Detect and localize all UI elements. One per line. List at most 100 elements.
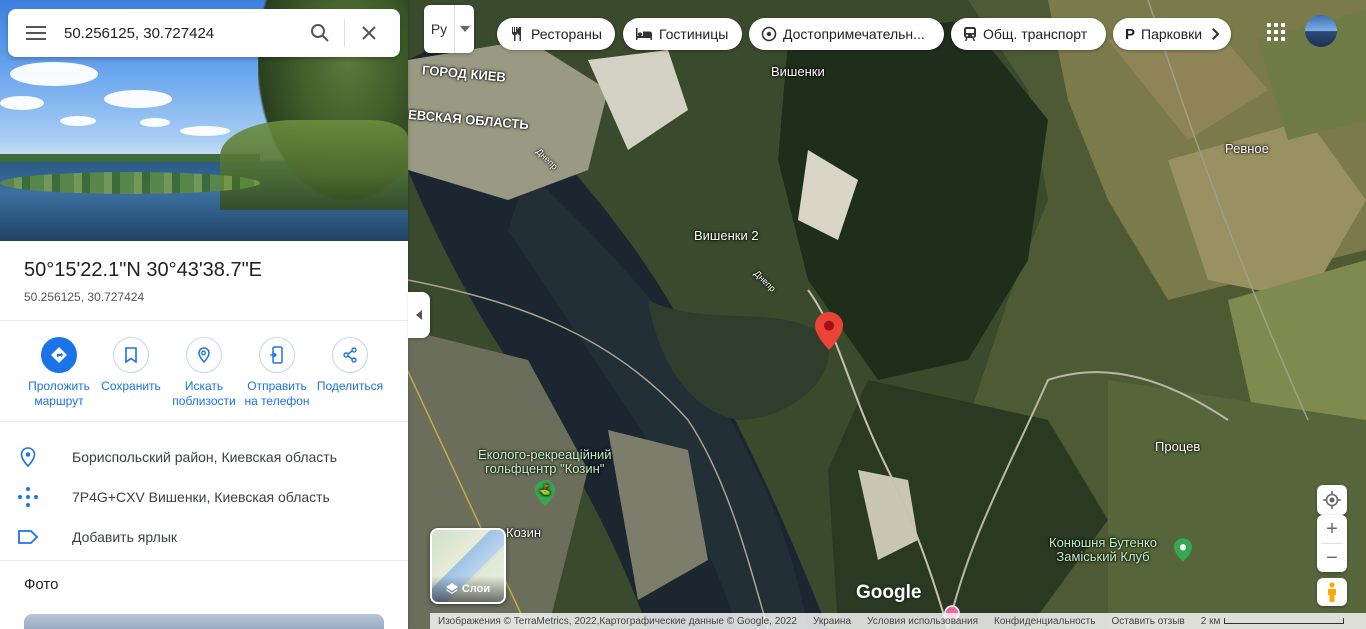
search-nearby-label-1: Искать: [184, 379, 224, 393]
map-label-revnoe: Ревное: [1225, 141, 1269, 156]
stable-marker-icon[interactable]: [1174, 538, 1192, 562]
share-button[interactable]: Поделиться: [313, 337, 387, 394]
map-label-vishenki: Вишенки: [771, 64, 825, 79]
chip-parking-label: Парковки: [1141, 26, 1203, 42]
chip-hotels-label: Гостиницы: [659, 26, 729, 42]
poi-stable-line2: Заміський Клуб: [1056, 549, 1150, 564]
send-to-phone-label-1: Отправить: [247, 379, 307, 393]
poi-golf-line1: Еколого-рекреаційний: [478, 447, 612, 462]
chevron-right-icon: [1212, 28, 1220, 40]
google-logo: Google: [856, 582, 922, 603]
zoom-out-button[interactable]: −: [1317, 544, 1347, 572]
golf-marker-icon: ⛳: [534, 480, 555, 506]
transit-icon: [963, 26, 977, 42]
privacy-link[interactable]: Конфиденциальность: [986, 616, 1103, 627]
parking-icon: P: [1125, 25, 1136, 43]
label-icon: [18, 530, 39, 544]
map-top-bar: Ру: [424, 5, 474, 53]
svg-text:⛳: ⛳: [539, 483, 551, 496]
chevron-down-icon: [454, 5, 474, 53]
send-to-phone-label-2: на телефон: [244, 394, 310, 408]
my-location-button[interactable]: [1317, 485, 1347, 515]
add-label-row[interactable]: Добавить ярлык: [0, 517, 408, 557]
address-row[interactable]: Бориспольский район, Киевская область: [0, 437, 408, 477]
chip-attractions[interactable]: Достопримечательн...: [749, 18, 944, 50]
language-value: Ру: [430, 21, 448, 37]
hamburger-menu-icon: [26, 32, 46, 34]
send-to-phone-button[interactable]: Отправить на телефон: [240, 337, 314, 409]
location-pin-icon: [20, 447, 36, 467]
chip-transit[interactable]: Общ. транспорт: [951, 18, 1106, 50]
layers-label: Слои: [461, 583, 491, 595]
directions-label-1: Проложить: [28, 379, 90, 393]
zoom-in-button[interactable]: +: [1317, 515, 1347, 543]
chip-transit-label: Общ. транспорт: [983, 26, 1088, 42]
layers-toggle-button[interactable]: Слои: [430, 528, 506, 604]
account-avatar[interactable]: [1305, 15, 1337, 47]
satellite-imagery: [408, 0, 1366, 629]
map-label-kozin: Козин: [506, 525, 542, 540]
chip-attractions-label: Достопримечательн...: [783, 26, 925, 42]
search-nearby-button[interactable]: Искать поблизости: [167, 337, 241, 409]
chip-hotels[interactable]: Гостиницы: [623, 18, 742, 50]
map-poi-stable[interactable]: Конюшня Бутенко Заміський Клуб: [1049, 536, 1157, 564]
address-text: Бориспольский район, Киевская область: [72, 449, 338, 465]
chip-restaurants-label: Рестораны: [531, 26, 602, 42]
search-icon: [311, 24, 329, 42]
restaurant-icon: [509, 26, 525, 42]
bookmark-icon: [125, 347, 137, 363]
share-label: Поделиться: [316, 379, 384, 393]
country-link[interactable]: Украина: [805, 616, 859, 627]
directions-label-2: маршрут: [34, 394, 84, 408]
feedback-link[interactable]: Оставить отзыв: [1103, 616, 1192, 627]
zoom-controls: + −: [1317, 515, 1347, 572]
collapse-panel-button[interactable]: [408, 292, 430, 338]
action-buttons: Проложить маршрут Сохранить Искать побли…: [22, 337, 392, 417]
photos-section-title: Фото: [24, 576, 59, 593]
language-selector[interactable]: Ру: [424, 5, 474, 53]
imagery-attribution: Изображения © TerraMetrics, 2022,Картогр…: [438, 615, 797, 627]
search-input[interactable]: [64, 24, 296, 42]
poi-golf-line2: гольфцентр "Козин": [485, 461, 605, 476]
map-footer: Изображения © TerraMetrics, 2022,Картогр…: [430, 613, 1366, 629]
search-nearby-label-2: поблизости: [172, 394, 236, 408]
map-label-vishenki-2: Вишенки 2: [694, 228, 759, 243]
scale-bar: [1224, 618, 1345, 624]
menu-button[interactable]: [8, 9, 64, 57]
google-apps-grid-icon[interactable]: [1264, 20, 1288, 44]
plus-code-text: 7P4G+CXV Вишенки, Киевская область: [72, 489, 330, 505]
photo-thumbnail[interactable]: [24, 614, 384, 629]
save-label: Сохранить: [101, 379, 161, 393]
phone-icon: [270, 346, 283, 364]
layers-icon: [445, 583, 458, 594]
plus-code-row[interactable]: 7P4G+CXV Вишенки, Киевская область: [0, 477, 408, 517]
satellite-map[interactable]: ГОРОД КИЕВ ЕВСКАЯ ОБЛАСТЬ Вишенки Вишенк…: [408, 0, 1366, 629]
map-label-protsev: Процев: [1155, 439, 1201, 454]
close-icon: [362, 26, 376, 40]
search-button[interactable]: [296, 9, 344, 57]
pegman-icon: [1328, 582, 1336, 602]
my-location-icon: [1323, 491, 1341, 509]
map-poi-golf-center[interactable]: Еколого-рекреаційний гольфцентр "Козин" …: [478, 448, 612, 506]
place-details-panel: 50°15'22.1"N 30°43'38.7"E 50.256125, 30.…: [0, 0, 408, 629]
street-view-pegman-button[interactable]: [1317, 578, 1347, 606]
nearby-icon: [198, 347, 210, 364]
terms-link[interactable]: Условия использования: [859, 616, 986, 627]
share-icon: [343, 347, 357, 363]
add-label-text: Добавить ярлык: [72, 529, 178, 545]
chip-restaurants[interactable]: Рестораны: [497, 18, 615, 50]
directions-button[interactable]: Проложить маршрут: [22, 337, 96, 409]
search-box: [8, 9, 400, 57]
plus-code-icon: [18, 487, 38, 507]
caret-left-icon: [416, 310, 422, 320]
hotel-icon: [635, 27, 653, 41]
place-title: 50°15'22.1"N 30°43'38.7"E: [24, 259, 263, 281]
poi-stable-line1: Конюшня Бутенко: [1049, 535, 1158, 550]
google-maps-app: ГОРОД КИЕВ ЕВСКАЯ ОБЛАСТЬ Вишенки Вишенк…: [0, 0, 1366, 629]
clear-search-button[interactable]: [345, 9, 393, 57]
directions-icon: [51, 347, 67, 363]
attraction-icon: [761, 26, 777, 42]
red-location-pin-icon[interactable]: [815, 312, 843, 350]
save-button[interactable]: Сохранить: [94, 337, 168, 394]
scale-indicator[interactable]: 2 км: [1193, 616, 1353, 627]
